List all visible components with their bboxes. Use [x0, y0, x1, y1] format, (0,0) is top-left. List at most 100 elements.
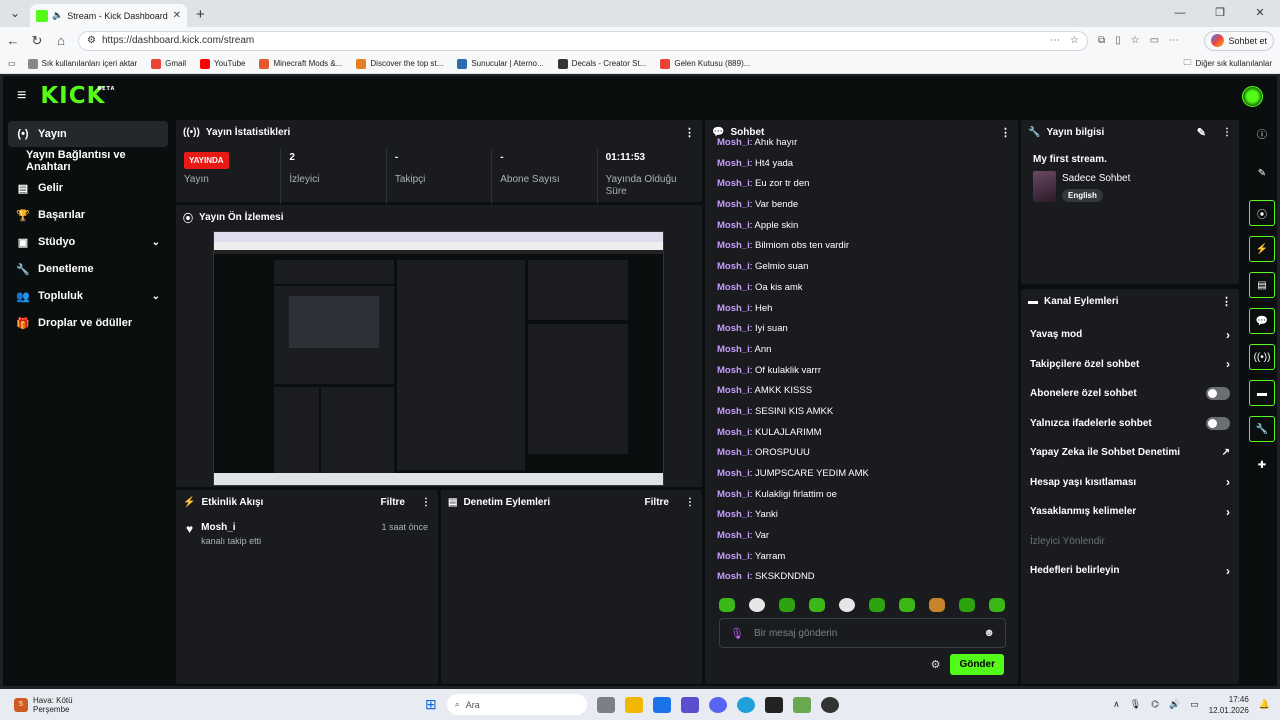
- channel-action-item[interactable]: Yavaş mod ›: [1021, 320, 1239, 350]
- copilot-button[interactable]: Sohbet et: [1204, 30, 1274, 51]
- chat-username[interactable]: Mosh_i: [717, 468, 750, 479]
- bookmark-item[interactable]: Gmail: [151, 58, 186, 69]
- chat-username[interactable]: Mosh_i: [717, 158, 750, 169]
- emote-icon[interactable]: [749, 598, 765, 612]
- activity-more-icon[interactable]: ⋮: [421, 497, 431, 508]
- channel-action-item[interactable]: Yalnızca ifadelerle sohbet: [1021, 409, 1239, 439]
- chat-username[interactable]: Mosh_i: [717, 282, 750, 293]
- minimize-icon[interactable]: —: [1160, 0, 1200, 27]
- chat-username[interactable]: Mosh_i: [717, 178, 750, 189]
- add-widget-icon[interactable]: ✚: [1249, 452, 1275, 478]
- send-button[interactable]: Gönder: [950, 654, 1004, 675]
- emote-icon[interactable]: [959, 598, 975, 612]
- chat-username[interactable]: Mosh_i: [717, 323, 750, 334]
- channel-actions-toggle-icon[interactable]: ▬: [1249, 380, 1275, 406]
- chat-messages[interactable]: Mosh_i: Ahık hayır Mosh_i: Ht4 yada Mosh_i…: [717, 133, 1008, 579]
- chat-username[interactable]: Mosh_i: [717, 220, 750, 231]
- chat-toggle-icon[interactable]: 💬: [1249, 308, 1275, 334]
- other-favorites[interactable]: 🗀 Diğer sık kullanılanlar: [1184, 57, 1272, 71]
- minecraft-icon[interactable]: [792, 696, 811, 713]
- stream-preview[interactable]: [213, 231, 664, 486]
- audio-icon[interactable]: 🔈: [52, 10, 63, 21]
- stats-toggle-icon[interactable]: ((•)): [1249, 344, 1275, 370]
- stream-info-more-icon[interactable]: ⋮: [1222, 127, 1232, 138]
- favorite-star-icon[interactable]: ☆: [1070, 35, 1079, 46]
- tab-list-chevron-icon[interactable]: ⌄: [4, 3, 26, 23]
- emote-icon[interactable]: [809, 598, 825, 612]
- taskbar-search[interactable]: ⌕ Ara: [446, 694, 587, 715]
- chat-username[interactable]: Mosh_i: [717, 427, 750, 438]
- bookmark-item[interactable]: YouTube: [200, 58, 245, 69]
- chat-username[interactable]: Mosh_i: [717, 447, 750, 458]
- activity-filter-button[interactable]: Filtre: [381, 497, 405, 508]
- battery-icon[interactable]: ▭: [1190, 699, 1199, 710]
- back-icon[interactable]: ←: [6, 33, 20, 48]
- emote-icon[interactable]: [899, 598, 915, 612]
- more-icon[interactable]: ⋯: [1169, 35, 1179, 46]
- emote-icon[interactable]: [869, 598, 885, 612]
- sidebar-item-3[interactable]: 🏆 Başarılar: [8, 202, 168, 228]
- file-explorer-icon[interactable]: [624, 696, 643, 713]
- volume-icon[interactable]: 🔊: [1169, 699, 1180, 710]
- chat-username[interactable]: Mosh_i: [717, 344, 750, 355]
- sidebar-item-7[interactable]: 🎁 Droplar ve ödüller: [8, 310, 168, 336]
- emote-icon[interactable]: [929, 598, 945, 612]
- sidebar-item-4[interactable]: ▣ Stüdyo ⌄: [8, 229, 168, 255]
- info-icon[interactable]: ⓘ: [1249, 120, 1275, 146]
- toggle-switch[interactable]: [1206, 387, 1230, 401]
- chat-username[interactable]: Mosh_i: [717, 530, 750, 541]
- chat-username[interactable]: Mosh_i: [717, 509, 750, 520]
- chat-username[interactable]: Mosh_i: [717, 137, 750, 148]
- maximize-icon[interactable]: ❐: [1200, 0, 1240, 27]
- bookmark-item[interactable]: Sık kullanılanları içeri aktar: [27, 58, 137, 69]
- preview-toggle-icon[interactable]: ⦿: [1249, 200, 1275, 226]
- home-icon[interactable]: ⌂: [54, 33, 68, 48]
- chevron-down-icon[interactable]: ⌄: [152, 237, 160, 248]
- chat-username[interactable]: Mosh_i: [717, 365, 750, 376]
- notifications-icon[interactable]: 🔔: [1259, 699, 1270, 710]
- network-icon[interactable]: ⌬: [1151, 699, 1159, 710]
- sidebar-item-2[interactable]: ▤ Gelir: [8, 175, 168, 201]
- edge-icon[interactable]: [736, 696, 755, 713]
- emote-icon[interactable]: [989, 598, 1005, 612]
- menu-icon[interactable]: ≡: [17, 87, 26, 105]
- reader-icon[interactable]: ⋯: [1050, 35, 1060, 46]
- extensions-icon[interactable]: ⧉: [1098, 35, 1105, 46]
- moderation-more-icon[interactable]: ⋮: [685, 497, 695, 508]
- windows-start-icon[interactable]: ⊞: [425, 696, 437, 713]
- moderation-filter-button[interactable]: Filtre: [645, 497, 669, 508]
- sidebar-item-1[interactable]: Yayın Bağlantısı ve Anahtarı: [8, 148, 168, 174]
- emote-icon[interactable]: [779, 598, 795, 612]
- weather-widget[interactable]: 5 Hava: Kötü Perşembe: [0, 696, 73, 714]
- chat-username[interactable]: Mosh_i: [717, 261, 750, 272]
- new-tab-button[interactable]: +: [196, 6, 205, 23]
- chat-settings-icon[interactable]: ⚙: [931, 658, 941, 671]
- microphone-tray-icon[interactable]: 🎙: [1130, 699, 1141, 710]
- chat-username[interactable]: Mosh_i: [717, 489, 750, 500]
- channel-action-item[interactable]: Yasaklanmış kelimeler ›: [1021, 497, 1239, 527]
- bookmark-item[interactable]: Decals - Creator St...: [557, 58, 646, 69]
- chevron-down-icon[interactable]: ⌄: [152, 291, 160, 302]
- window-close-icon[interactable]: ✕: [1240, 0, 1280, 27]
- tab-close-icon[interactable]: ✕: [173, 10, 181, 21]
- tray-chevron-icon[interactable]: ∧: [1113, 699, 1120, 710]
- chat-username[interactable]: Mosh_i: [717, 551, 750, 562]
- channel-actions-more-icon[interactable]: ⋮: [1221, 295, 1232, 308]
- chat-username[interactable]: Mosh_i: [717, 571, 750, 579]
- favorites-toggle-icon[interactable]: ▭: [8, 59, 16, 68]
- bookmark-item[interactable]: Sunucular | Aterno...: [457, 58, 544, 69]
- address-bar[interactable]: ⚙ https://dashboard.kick.com/stream ⋯ ☆: [78, 30, 1088, 51]
- channel-action-item[interactable]: Hesap yaşı kısıtlaması ›: [1021, 468, 1239, 498]
- store-icon[interactable]: [652, 696, 671, 713]
- channel-action-item[interactable]: Abonelere özel sohbet: [1021, 379, 1239, 409]
- sidebar-item-5[interactable]: 🔧 Denetleme: [8, 256, 168, 282]
- avatar[interactable]: [1242, 85, 1263, 107]
- chat-username[interactable]: Mosh_i: [717, 240, 750, 251]
- app-icon[interactable]: [820, 696, 839, 713]
- emote-icon[interactable]: [839, 598, 855, 612]
- toggle-switch[interactable]: [1206, 416, 1230, 430]
- bookmark-item[interactable]: Gelen Kutusu (889)...: [660, 58, 750, 69]
- moderation-toggle-icon[interactable]: ▤: [1249, 272, 1275, 298]
- emoji-icon[interactable]: ☻: [983, 627, 995, 639]
- sidebar-item-0[interactable]: (•) Yayın: [8, 121, 168, 147]
